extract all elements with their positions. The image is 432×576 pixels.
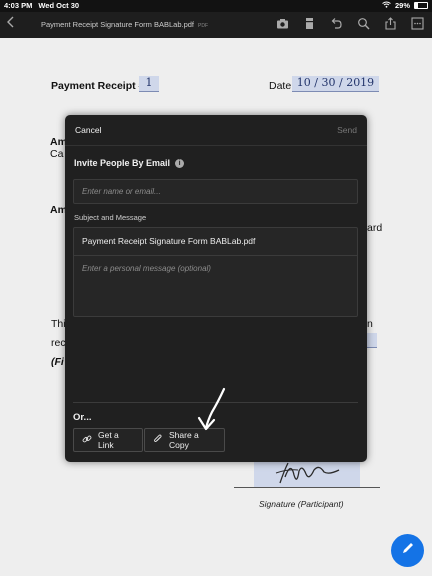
subject-label: Subject and Message	[74, 213, 147, 222]
send-button[interactable]: Send	[337, 125, 357, 135]
invite-heading: Invite People By Email i	[74, 158, 185, 168]
message-box: Payment Receipt Signature Form BABLab.pd…	[73, 227, 358, 317]
doc-text-ard: ard	[367, 222, 383, 234]
signature-field[interactable]	[254, 459, 360, 487]
receipt-label: Payment Receipt #	[51, 80, 145, 92]
share-icon[interactable]	[384, 17, 397, 30]
status-bar: 4:03 PM Wed Oct 30 29%	[0, 0, 432, 12]
doc-text-ca: Ca	[50, 148, 64, 160]
email-input[interactable]	[73, 179, 358, 204]
date-field[interactable]: 10 / 30 / 2019	[292, 76, 379, 92]
signature-line	[234, 487, 380, 488]
doc-text-n: n	[367, 318, 373, 330]
bookmark-icon[interactable]	[303, 17, 316, 30]
camera-icon[interactable]	[276, 17, 289, 30]
cancel-button[interactable]: Cancel	[75, 125, 101, 135]
document-extension: PDF	[198, 23, 208, 29]
back-icon[interactable]	[6, 15, 16, 34]
document-title-text: Payment Receipt Signature Form BABLab.pd…	[41, 20, 194, 29]
undo-icon[interactable]	[330, 17, 343, 30]
document-title: Payment Receipt Signature Form BABLab.pd…	[41, 20, 208, 29]
or-label: Or...	[73, 412, 92, 423]
receipt-number-field[interactable]: 1	[139, 76, 159, 92]
invite-title: Invite People By Email	[74, 158, 171, 168]
battery-percent: 29%	[394, 1, 410, 10]
paperclip-icon	[153, 434, 163, 446]
message-field[interactable]: Enter a personal message (optional)	[82, 264, 211, 273]
signature-image	[275, 462, 340, 484]
doc-field-fragment[interactable]	[366, 333, 377, 348]
info-icon[interactable]: i	[175, 158, 185, 168]
message-divider	[74, 255, 357, 256]
get-link-button[interactable]: Get a Link	[73, 428, 143, 452]
status-time: 4:03 PM	[4, 1, 33, 10]
battery-icon	[414, 2, 428, 9]
search-icon[interactable]	[357, 17, 370, 30]
edit-fab-button[interactable]	[391, 534, 424, 567]
more-icon[interactable]	[411, 17, 424, 30]
subject-field[interactable]: Payment Receipt Signature Form BABLab.pd…	[82, 236, 255, 246]
signature-label: Signature (Participant)	[259, 499, 344, 509]
annotation-arrow-icon	[197, 387, 226, 431]
date-label: Date:	[269, 80, 295, 92]
link-icon	[82, 434, 92, 446]
wifi-icon	[382, 1, 391, 10]
app-toolbar: Payment Receipt Signature Form BABLab.pd…	[0, 12, 432, 38]
get-link-label: Get a Link	[98, 430, 119, 450]
header-divider	[65, 145, 367, 146]
pencil-icon	[401, 541, 415, 560]
status-date: Wed Oct 30	[38, 1, 80, 10]
doc-text-rec: rec	[51, 337, 66, 349]
doc-text-thi: Thi	[51, 318, 66, 330]
doc-text-fi: (Fi	[51, 356, 64, 368]
